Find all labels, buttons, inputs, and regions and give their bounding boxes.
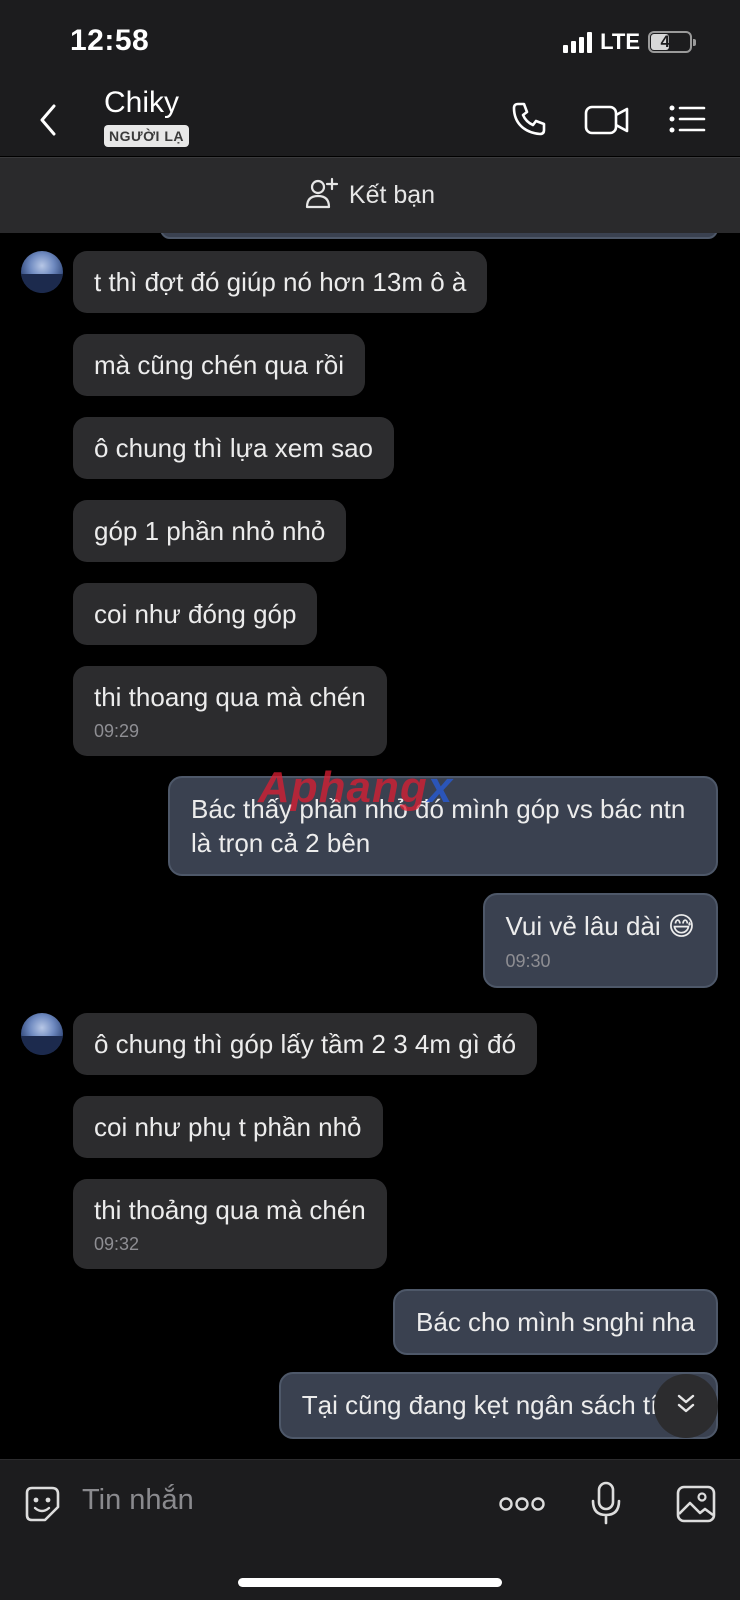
message-text: góp 1 phần nhỏ nhỏ <box>94 516 326 546</box>
scroll-to-bottom-button[interactable] <box>654 1374 718 1438</box>
message-bubble-outgoing[interactable]: Tại cũng đang kẹt ngân sách tí 😂 <box>278 1372 718 1439</box>
message-bubble-incoming[interactable]: ô chung thì lựa xem sao <box>73 417 395 479</box>
battery-level: 47 <box>660 32 680 51</box>
message-bubble-incoming[interactable]: góp 1 phần nhỏ nhỏ <box>73 500 347 562</box>
message-bubble-incoming[interactable]: coi như phụ t phần nhỏ <box>73 1096 383 1158</box>
message-text: Bác cho mình snghi nha <box>416 1307 695 1337</box>
message-time: 09:32 <box>94 1234 140 1254</box>
stranger-badge: NGƯỜI LẠ <box>104 125 189 147</box>
message-bubble-outgoing[interactable]: Bác thấy phần nhỏ đó mình góp vs bác ntn… <box>168 776 718 876</box>
network-type: LTE <box>600 29 640 54</box>
message-bubble-partial <box>160 233 718 239</box>
phone-icon[interactable] <box>506 96 552 142</box>
message-bubble-incoming[interactable]: thi thoảng qua mà chén 09:32 <box>73 1179 387 1269</box>
status-time: 12:58 <box>70 24 150 57</box>
battery-icon: 47 <box>648 31 696 53</box>
chat-header: Chiky NGƯỜI LẠ <box>0 82 740 156</box>
microphone-icon[interactable] <box>584 1481 628 1526</box>
double-chevron-down-icon <box>672 1390 700 1423</box>
avatar[interactable] <box>21 1013 63 1055</box>
message-text: coi như đóng góp <box>94 599 297 629</box>
message-text: Bác thấy phần nhỏ đó mình góp vs bác ntn… <box>191 794 686 858</box>
avatar[interactable] <box>21 251 63 293</box>
message-text: t thì đợt đó giúp nó hơn 13m ô à <box>94 267 467 297</box>
message-text: Vui vẻ lâu dài <box>505 911 661 941</box>
sweat-smile-emoji: 😅 <box>667 912 695 942</box>
message-bubble-incoming[interactable]: mà cũng chén qua rồi <box>73 334 366 396</box>
message-bubble-incoming[interactable]: t thì đợt đó giúp nó hơn 13m ô à <box>73 251 488 313</box>
message-text: thi thoảng qua mà chén <box>94 1195 366 1225</box>
menu-list-icon[interactable] <box>664 96 710 142</box>
message-bubble-outgoing[interactable]: Bác cho mình snghi nha <box>393 1289 718 1355</box>
more-options-icon[interactable] <box>498 1482 546 1526</box>
message-list[interactable]: t thì đợt đó giúp nó hơn 13m ô à mà cũng… <box>0 233 740 1459</box>
image-icon[interactable] <box>674 1482 718 1526</box>
message-text: mà cũng chén qua rồi <box>94 350 345 380</box>
message-bubble-incoming[interactable]: coi như đóng góp <box>73 583 318 645</box>
message-input[interactable]: Tin nhắn <box>82 1484 194 1517</box>
message-bubble-incoming[interactable]: ô chung thì góp lấy tầm 2 3 4m gì đó <box>73 1013 538 1075</box>
add-friend-button[interactable]: Kết bạn <box>0 157 740 233</box>
back-icon[interactable] <box>32 100 68 140</box>
sticker-icon[interactable] <box>20 1482 64 1526</box>
signal-icon <box>563 31 593 53</box>
message-text: ô chung thì lựa xem sao <box>94 433 374 463</box>
video-call-icon[interactable] <box>584 96 630 142</box>
status-indicators: LTE 47 <box>563 28 696 56</box>
message-bubble-incoming[interactable]: thi thoang qua mà chén 09:29 <box>73 666 387 756</box>
message-text: coi như phụ t phần nhỏ <box>94 1112 362 1142</box>
contact-name[interactable]: Chiky <box>104 86 179 120</box>
status-bar: 12:58 LTE 47 <box>0 0 740 82</box>
add-friend-label: Kết bạn <box>348 181 436 209</box>
message-bubble-outgoing[interactable]: Vui vẻ lâu dài 😅 09:30 <box>482 893 718 988</box>
message-time: 09:30 <box>505 951 551 971</box>
message-text: thi thoang qua mà chén <box>94 682 366 712</box>
add-person-icon <box>305 177 339 214</box>
message-text: ô chung thì góp lấy tầm 2 3 4m gì đó <box>94 1029 517 1059</box>
message-time: 09:29 <box>94 721 140 741</box>
message-text: Tại cũng đang kẹt ngân sách tí <box>301 1390 658 1420</box>
message-composer: Tin nhắn <box>0 1459 740 1600</box>
home-indicator[interactable] <box>238 1578 502 1587</box>
